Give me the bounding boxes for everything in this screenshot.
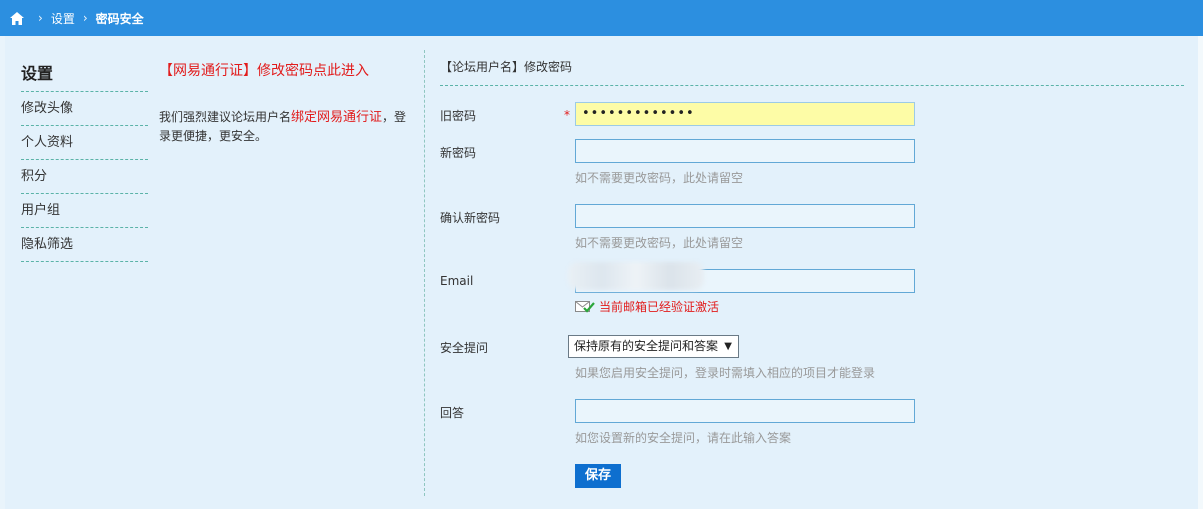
bind-netease-link[interactable]: 绑定网易通行证 — [291, 110, 382, 125]
netease-password-link[interactable]: 【网易通行证】修改密码点此进入 — [159, 60, 409, 80]
save-button[interactable]: 保存 — [575, 464, 621, 488]
confirm-password-input[interactable] — [575, 204, 915, 228]
old-password-label: 旧密码 — [440, 109, 477, 123]
netease-promo: 【网易通行证】修改密码点此进入 我们强烈建议论坛用户名绑定网易通行证，登录更便捷… — [159, 60, 409, 145]
form-header: 【论坛用户名】修改密码 — [440, 58, 1184, 86]
sidebar-item-avatar[interactable]: 修改头像 — [21, 92, 148, 126]
mail-verified-icon — [575, 300, 595, 314]
security-question-label: 安全提问 — [440, 341, 489, 355]
main-panel: 设置 修改头像 个人资料 积分 用户组 隐私筛选 【网易通行证】修改密码点此进入… — [5, 36, 1198, 509]
right-edge — [1198, 36, 1203, 509]
breadcrumb-bar: › 设置 › 密码安全 — [0, 0, 1203, 36]
breadcrumb-separator: › — [38, 11, 43, 25]
answer-label: 回答 — [440, 406, 465, 420]
confirm-password-hint: 如不需要更改密码，此处请留空 — [575, 236, 744, 250]
new-password-hint: 如不需要更改密码，此处请留空 — [575, 171, 744, 185]
required-mark: * — [564, 108, 570, 122]
home-icon[interactable] — [10, 11, 24, 25]
email-redacted-blur — [568, 262, 704, 290]
sidebar-title: 设置 — [21, 60, 148, 92]
email-label: Email — [440, 274, 474, 288]
breadcrumb-separator: › — [82, 11, 88, 25]
sidebar-item-profile[interactable]: 个人资料 — [21, 126, 148, 160]
security-question-selected: 保持原有的安全提问和答案 — [574, 339, 719, 353]
answer-hint: 如您设置新的安全提问，请在此输入答案 — [575, 431, 792, 445]
promo-text: 我们强烈建议论坛用户名绑定网易通行证，登录更便捷，更安全。 — [159, 108, 409, 145]
sidebar-item-credits[interactable]: 积分 — [21, 160, 148, 194]
new-password-input[interactable] — [575, 139, 915, 163]
security-question-hint: 如果您启用安全提问，登录时需填入相应的项目才能登录 — [575, 366, 876, 380]
answer-input[interactable] — [575, 399, 915, 423]
dropdown-arrow-icon: ▼ — [724, 341, 732, 352]
email-verified-text: 当前邮箱已经验证激活 — [599, 300, 720, 314]
column-divider — [424, 50, 425, 496]
password-form: 【论坛用户名】修改密码 旧密码 * ••••••••••••• 新密码 如不需要… — [440, 36, 1184, 488]
sidebar-item-usergroup[interactable]: 用户组 — [21, 194, 148, 228]
sidebar-item-privacy[interactable]: 隐私筛选 — [21, 228, 148, 262]
security-question-select[interactable]: 保持原有的安全提问和答案 ▼ — [568, 335, 739, 358]
promo-text-prefix: 我们强烈建议论坛用户名 — [159, 110, 292, 124]
new-password-label: 新密码 — [440, 146, 477, 160]
settings-sidebar: 设置 修改头像 个人资料 积分 用户组 隐私筛选 — [21, 36, 148, 262]
breadcrumb-settings-link[interactable]: 设置 — [51, 10, 75, 27]
confirm-password-label: 确认新密码 — [440, 211, 501, 225]
breadcrumb-current[interactable]: 密码安全 — [96, 10, 144, 27]
old-password-input[interactable]: ••••••••••••• — [575, 102, 915, 126]
email-verified-status: 当前邮箱已经验证激活 — [575, 298, 719, 315]
